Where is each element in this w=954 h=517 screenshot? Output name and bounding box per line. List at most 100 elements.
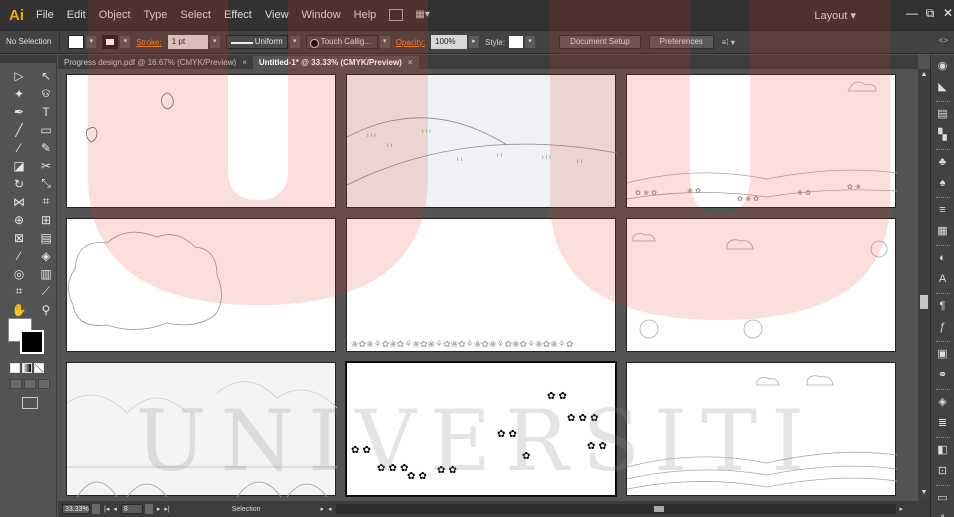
screen-mode-icon[interactable] [22,397,38,409]
type-icon[interactable]: A [936,512,950,517]
stroke-color-box[interactable] [20,330,44,354]
previous-artboard-icon[interactable]: ◂ [113,505,117,513]
scroll-left-icon[interactable]: ◂ [328,505,332,513]
scroll-down-icon[interactable]: ▼ [920,489,928,496]
tools-panel-header[interactable] [0,55,56,63]
menu-type[interactable]: Type [144,9,168,21]
stroke-dropdown[interactable]: ▾ [120,36,131,48]
artboard-5[interactable]: ❀✿❀⚘✿❀✿⚘❀✿❀⚘✿❀✿⚘❀✿❀⚘✿❀✿⚘❀✿❀⚘✿ [346,218,616,352]
workspace-switcher[interactable]: Layout ▾ [814,9,856,22]
fill-dropdown[interactable]: ▾ [86,36,97,48]
restore-button[interactable]: ⧉ [921,6,939,22]
tab-close-icon[interactable]: × [242,58,247,67]
blend-icon[interactable]: ◈ [35,247,57,264]
hand-icon[interactable]: ✋ [8,301,30,318]
artboard-4[interactable] [66,218,336,352]
appearance-icon[interactable]: ◈ [936,395,950,409]
stroke-icon[interactable]: ≡ [936,203,950,217]
scissors-icon[interactable]: ✂ [35,157,57,174]
preferences-button[interactable]: Preferences [648,35,714,49]
opacity-link[interactable]: Opacity: [396,38,425,47]
stroke-profile-select[interactable]: Uniform [225,35,288,49]
menu-help[interactable]: Help [354,9,377,21]
stroke-weight-input[interactable]: 1 pt [167,35,208,49]
none-mode-icon[interactable] [34,363,44,373]
control-bar-menu-icon[interactable]: <> [939,36,948,45]
stroke-weight-dropdown[interactable]: ▾ [209,36,220,48]
shape-builder-icon[interactable]: ⊕ [8,211,30,228]
menu-effect[interactable]: Effect [224,9,252,21]
artboard-1[interactable] [66,74,336,208]
menu-edit[interactable]: Edit [67,9,86,21]
draw-inside-icon[interactable] [38,379,50,389]
artboard-8[interactable]: ✿ ✿ ✿ ✿ ✿ ✿ ✿ ✿ ✿ ✿ ✿ ✿ ✿ ✿ ✿ ✿ ✿ ✿ ✿ [346,362,616,496]
lasso-icon[interactable]: ଡ [35,85,57,102]
color-icon[interactable]: ◉ [936,59,950,73]
paragraph-icon[interactable]: ¶ [936,299,950,313]
pathfinder-icon[interactable]: ◧ [936,443,950,457]
symbols-icon[interactable]: ♣ [936,155,950,169]
opacity-dropdown[interactable]: ▸ [469,36,480,48]
fill-swatch[interactable] [68,35,85,49]
artboard-number-input[interactable]: 8 [120,504,143,514]
vertical-scrollbar[interactable]: ▲ ▼ [918,69,930,501]
artboard-7[interactable] [66,362,338,498]
slice-icon[interactable]: ⟋ [35,283,57,300]
tab-progress-design[interactable]: Progress design.pdf @ 16.67% (CMYK/Previ… [58,56,253,69]
scale-icon[interactable]: ⤡ [35,175,57,192]
fill-stroke-control[interactable] [8,318,48,358]
vertical-scroll-thumb[interactable] [920,295,928,309]
document-setup-button[interactable]: Document Setup [559,35,641,49]
graphic-styles-icon[interactable]: ♠ [936,176,950,190]
tab-untitled-1[interactable]: Untitled-1* @ 33.33% (CMYK/Preview) × [252,56,419,69]
status-menu-icon[interactable]: ▸ [321,505,325,513]
opacity-input[interactable]: 100% [431,35,468,49]
free-transform-icon[interactable]: ⌗ [35,193,57,210]
brush-dropdown[interactable]: ▾ [379,36,390,48]
gradient-mode-icon[interactable] [22,363,32,373]
zoom-icon[interactable]: ⚲ [35,301,57,318]
mesh-icon[interactable]: ⊠ [8,229,30,246]
horizontal-scrollbar[interactable] [335,504,896,514]
pen-icon[interactable]: ✒ [8,103,30,120]
transform-icon[interactable]: ⊡ [936,464,950,478]
column-graph-icon[interactable]: ▥ [35,265,57,282]
artboard-icon[interactable]: ⌗ [8,283,30,300]
brush-definition-select[interactable]: Touch Callig... [305,35,378,49]
rectangle-icon[interactable]: ▭ [35,121,57,138]
menu-object[interactable]: Object [99,9,131,21]
menu-window[interactable]: Window [302,9,341,21]
symbol-sprayer-icon[interactable]: ◎ [8,265,30,282]
draw-behind-icon[interactable] [24,379,36,389]
color-guide-icon[interactable]: ◣ [936,80,950,94]
pencil-icon[interactable]: ✎ [35,139,57,156]
menu-file[interactable]: File [36,9,54,21]
width-icon[interactable]: ⋈ [8,193,30,210]
artboard-9[interactable] [626,362,898,496]
first-artboard-icon[interactable]: |◂ [104,505,109,513]
transparency-icon[interactable]: ◐ [936,251,950,265]
direct-selection-icon[interactable]: ↖ [35,67,57,84]
style-dropdown[interactable]: ▾ [525,36,536,48]
layers-icon[interactable]: ▣ [936,347,950,361]
artboards-icon[interactable]: ▭ [936,491,950,505]
tab-close-icon[interactable]: × [408,58,413,67]
next-artboard-icon[interactable]: ▸ [157,505,161,513]
color-mode-icon[interactable] [10,363,20,373]
horizontal-scroll-thumb[interactable] [653,506,664,512]
stroke-link[interactable]: Stroke: [136,38,161,47]
graphic-style-swatch[interactable] [509,36,524,48]
menu-select[interactable]: Select [180,9,211,21]
scroll-up-icon[interactable]: ▲ [920,71,928,78]
stroke-swatch[interactable] [102,35,119,49]
artboard-3[interactable]: ✿ ❀ ✿ ❀ ✿ ✿ ❀ ✿ ❀ ✿ ✿ ❀ [626,74,898,208]
eyedropper-icon[interactable]: ⁄ [8,247,30,264]
arrange-icon[interactable]: ≡⁞ ▾ [722,38,735,47]
perspective-icon[interactable]: ⊞ [35,211,57,228]
line-icon[interactable]: ╱ [8,121,30,138]
zoom-level-input[interactable]: 33.33% [62,504,90,514]
align-icon[interactable]: ≣ [936,416,950,430]
zoom-dropdown[interactable] [92,504,100,514]
artboard-dropdown[interactable] [144,504,153,514]
paintbrush-icon[interactable]: ⁄ [8,139,30,156]
